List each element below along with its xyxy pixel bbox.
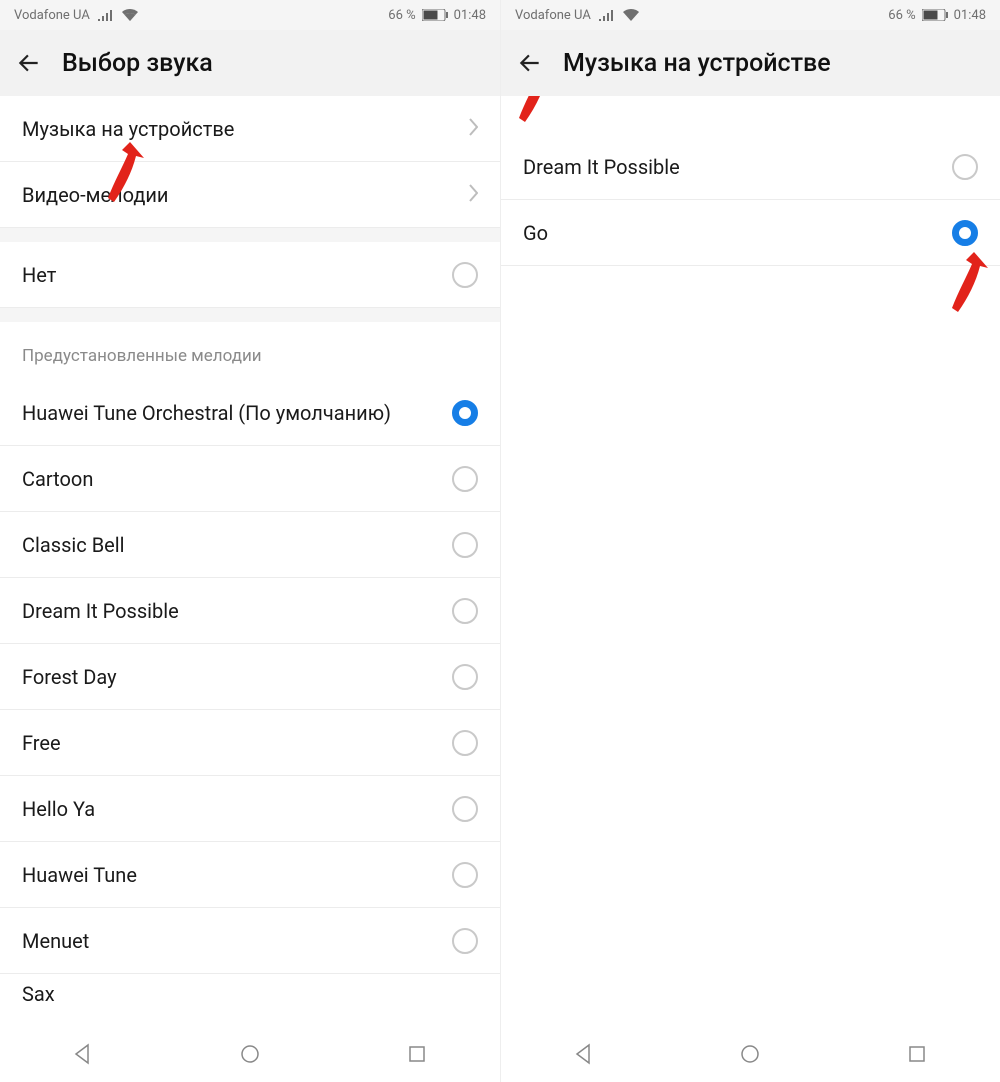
row-label: Cartoon: [22, 467, 452, 491]
back-button[interactable]: [515, 48, 545, 78]
system-nav-bar: [0, 1026, 500, 1082]
nav-back-button[interactable]: [58, 1034, 108, 1074]
battery-icon: [422, 9, 448, 21]
title-bar: Выбор звука: [0, 30, 500, 96]
radio-unselected[interactable]: [452, 466, 478, 492]
ringtone-row[interactable]: Menuet: [0, 908, 500, 974]
ringtone-row-none[interactable]: Нет: [0, 242, 500, 308]
row-label: Classic Bell: [22, 533, 452, 557]
radio-unselected[interactable]: [452, 598, 478, 624]
ringtone-row[interactable]: Sax: [0, 974, 500, 1014]
content-area: Музыка на устройстве Видео-мелодии Нет П…: [0, 96, 500, 1026]
nav-recent-button[interactable]: [392, 1034, 442, 1074]
ringtone-row[interactable]: Dream It Possible: [0, 578, 500, 644]
row-label: Forest Day: [22, 665, 452, 689]
nav-recent-button[interactable]: [892, 1034, 942, 1074]
battery-percent: 66 %: [888, 8, 915, 23]
ringtone-row[interactable]: Free: [0, 710, 500, 776]
row-label: Нет: [22, 263, 452, 287]
radio-selected[interactable]: [952, 220, 978, 246]
ringtone-row[interactable]: Cartoon: [0, 446, 500, 512]
nav-home-button[interactable]: [725, 1034, 775, 1074]
nav-row-video-melodies[interactable]: Видео-мелодии: [0, 162, 500, 228]
row-label: Huawei Tune: [22, 863, 452, 887]
ringtone-row[interactable]: Hello Ya: [0, 776, 500, 842]
phone-right: Vodafone UA 66 % 01:48 Музыка на устройс…: [500, 0, 1000, 1082]
signal-icon: [599, 9, 615, 21]
track-row[interactable]: Dream It Possible: [501, 134, 1000, 200]
status-bar: Vodafone UA 66 % 01:48: [501, 0, 1000, 30]
row-label: Sax: [22, 982, 478, 1006]
ringtone-list: Huawei Tune Orchestral (По умолчанию) Car…: [0, 380, 500, 1014]
radio-unselected[interactable]: [452, 928, 478, 954]
row-label: Музыка на устройстве: [22, 117, 468, 141]
section-header-preset: Предустановленные мелодии: [0, 322, 500, 380]
radio-unselected[interactable]: [452, 730, 478, 756]
row-label: Huawei Tune Orchestral (По умолчанию): [22, 401, 452, 425]
track-list: Dream It Possible Go: [501, 134, 1000, 266]
nav-home-button[interactable]: [225, 1034, 275, 1074]
radio-selected[interactable]: [452, 400, 478, 426]
radio-unselected[interactable]: [452, 796, 478, 822]
system-nav-bar: [501, 1026, 1000, 1082]
row-label: Dream It Possible: [22, 599, 452, 623]
radio-unselected[interactable]: [452, 862, 478, 888]
back-button[interactable]: [14, 48, 44, 78]
ringtone-row[interactable]: Huawei Tune: [0, 842, 500, 908]
radio-unselected[interactable]: [452, 664, 478, 690]
ringtone-row[interactable]: Classic Bell: [0, 512, 500, 578]
phone-left: Vodafone UA 66 % 01:48 Выбор звука Музык…: [0, 0, 500, 1082]
radio-unselected[interactable]: [952, 154, 978, 180]
section-gap: [0, 228, 500, 242]
row-label: Go: [523, 221, 952, 245]
page-title: Выбор звука: [62, 49, 213, 78]
radio-unselected[interactable]: [452, 262, 478, 288]
row-label: Hello Ya: [22, 797, 452, 821]
carrier-label: Vodafone UA: [515, 8, 591, 23]
track-row[interactable]: Go: [501, 200, 1000, 266]
row-label: Dream It Possible: [523, 155, 952, 179]
page-title: Музыка на устройстве: [563, 49, 831, 78]
content-area: Dream It Possible Go: [501, 96, 1000, 1026]
radio-unselected[interactable]: [452, 532, 478, 558]
row-label: Видео-мелодии: [22, 183, 468, 207]
ringtone-row[interactable]: Huawei Tune Orchestral (По умолчанию): [0, 380, 500, 446]
clock: 01:48: [954, 8, 986, 23]
battery-icon: [922, 9, 948, 21]
nav-row-music-on-device[interactable]: Музыка на устройстве: [0, 96, 500, 162]
wifi-icon: [623, 9, 639, 21]
chevron-right-icon: [468, 183, 478, 207]
nav-back-button[interactable]: [559, 1034, 609, 1074]
title-bar: Музыка на устройстве: [501, 30, 1000, 96]
section-gap: [0, 308, 500, 322]
carrier-label: Vodafone UA: [14, 8, 90, 23]
chevron-right-icon: [468, 117, 478, 141]
ringtone-row[interactable]: Forest Day: [0, 644, 500, 710]
row-label: Free: [22, 731, 452, 755]
wifi-icon: [122, 9, 138, 21]
clock: 01:48: [454, 8, 486, 23]
status-bar: Vodafone UA 66 % 01:48: [0, 0, 500, 30]
battery-percent: 66 %: [388, 8, 415, 23]
signal-icon: [98, 9, 114, 21]
row-label: Menuet: [22, 929, 452, 953]
